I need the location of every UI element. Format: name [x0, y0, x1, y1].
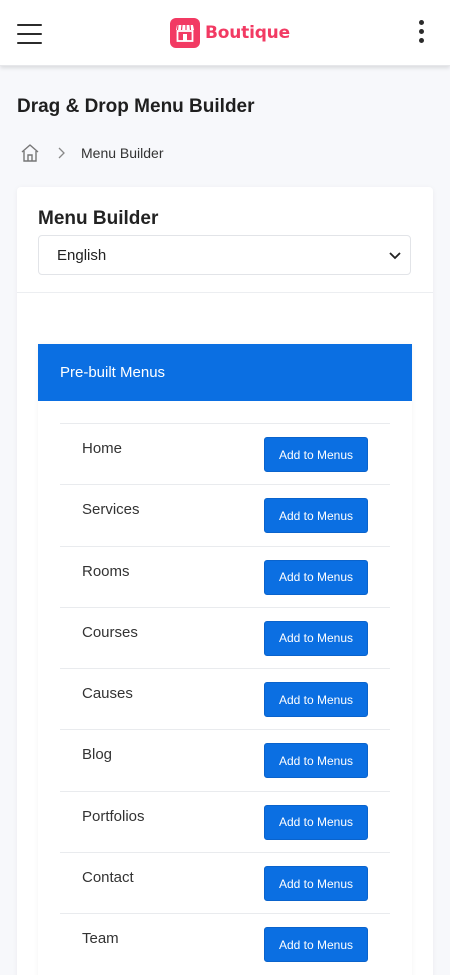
add-to-menus-button[interactable]: Add to Menus [264, 927, 368, 963]
menu-item-label: Services [82, 501, 140, 519]
prebuilt-menu-list: Home Add to Menus Services Add to Menus … [60, 423, 390, 975]
prebuilt-menus-panel: Pre-built Menus Home Add to Menus Servic… [38, 344, 412, 975]
add-to-menus-button[interactable]: Add to Menus [264, 804, 368, 840]
menu-builder-card: Menu Builder English Pre-built Menus Hom… [17, 187, 433, 975]
list-item: Causes Add to Menus [60, 668, 390, 729]
menu-item-label: Blog [82, 746, 113, 764]
list-item: Team Add to Menus [60, 913, 390, 974]
menu-item-label: Rooms [82, 562, 130, 580]
add-to-menus-button[interactable]: Add to Menus [264, 498, 368, 534]
menu-item-label: Causes [82, 685, 133, 703]
breadcrumb-current: Menu Builder [81, 145, 164, 161]
list-item: Contact Add to Menus [60, 852, 390, 913]
kebab-icon[interactable] [416, 20, 426, 46]
breadcrumb: Menu Builder [20, 142, 164, 164]
top-app-bar: Boutique [0, 0, 450, 66]
list-item: Rooms Add to Menus [60, 545, 390, 607]
menu-item-label: Contact [82, 869, 134, 887]
brand-name: Boutique [205, 23, 290, 43]
list-item: Courses Add to Menus [60, 606, 390, 668]
card-title: Menu Builder [38, 208, 159, 229]
add-to-menus-button[interactable]: Add to Menus [264, 437, 368, 472]
menu-item-label: Team [82, 930, 119, 948]
menu-item-label: Courses [82, 623, 138, 641]
add-to-menus-button[interactable]: Add to Menus [264, 866, 368, 902]
page-title: Drag & Drop Menu Builder [17, 96, 255, 117]
divider [17, 292, 433, 293]
list-item: Services Add to Menus [60, 484, 390, 545]
panel-header[interactable]: Pre-built Menus [38, 344, 412, 401]
menu-item-label: Portfolios [82, 807, 145, 825]
list-item: Portfolios Add to Menus [60, 790, 390, 852]
hamburger-icon[interactable] [17, 24, 42, 44]
panel-title: Pre-built Menus [60, 364, 166, 381]
storefront-icon [170, 18, 200, 48]
add-to-menus-button[interactable]: Add to Menus [264, 620, 368, 656]
list-item: Blog Add to Menus [60, 729, 390, 790]
add-to-menus-button[interactable]: Add to Menus [264, 743, 368, 779]
chevron-right-icon [58, 147, 65, 159]
home-icon[interactable] [20, 143, 40, 163]
brand-logo[interactable]: Boutique [170, 18, 290, 48]
add-to-menus-button[interactable]: Add to Menus [264, 682, 368, 718]
language-select-value: English [57, 246, 107, 264]
add-to-menus-button[interactable]: Add to Menus [264, 559, 368, 595]
language-select[interactable]: English [38, 235, 411, 275]
list-item: Home Add to Menus [60, 423, 390, 484]
menu-item-label: Home [82, 440, 123, 457]
chevron-down-icon [389, 252, 401, 260]
